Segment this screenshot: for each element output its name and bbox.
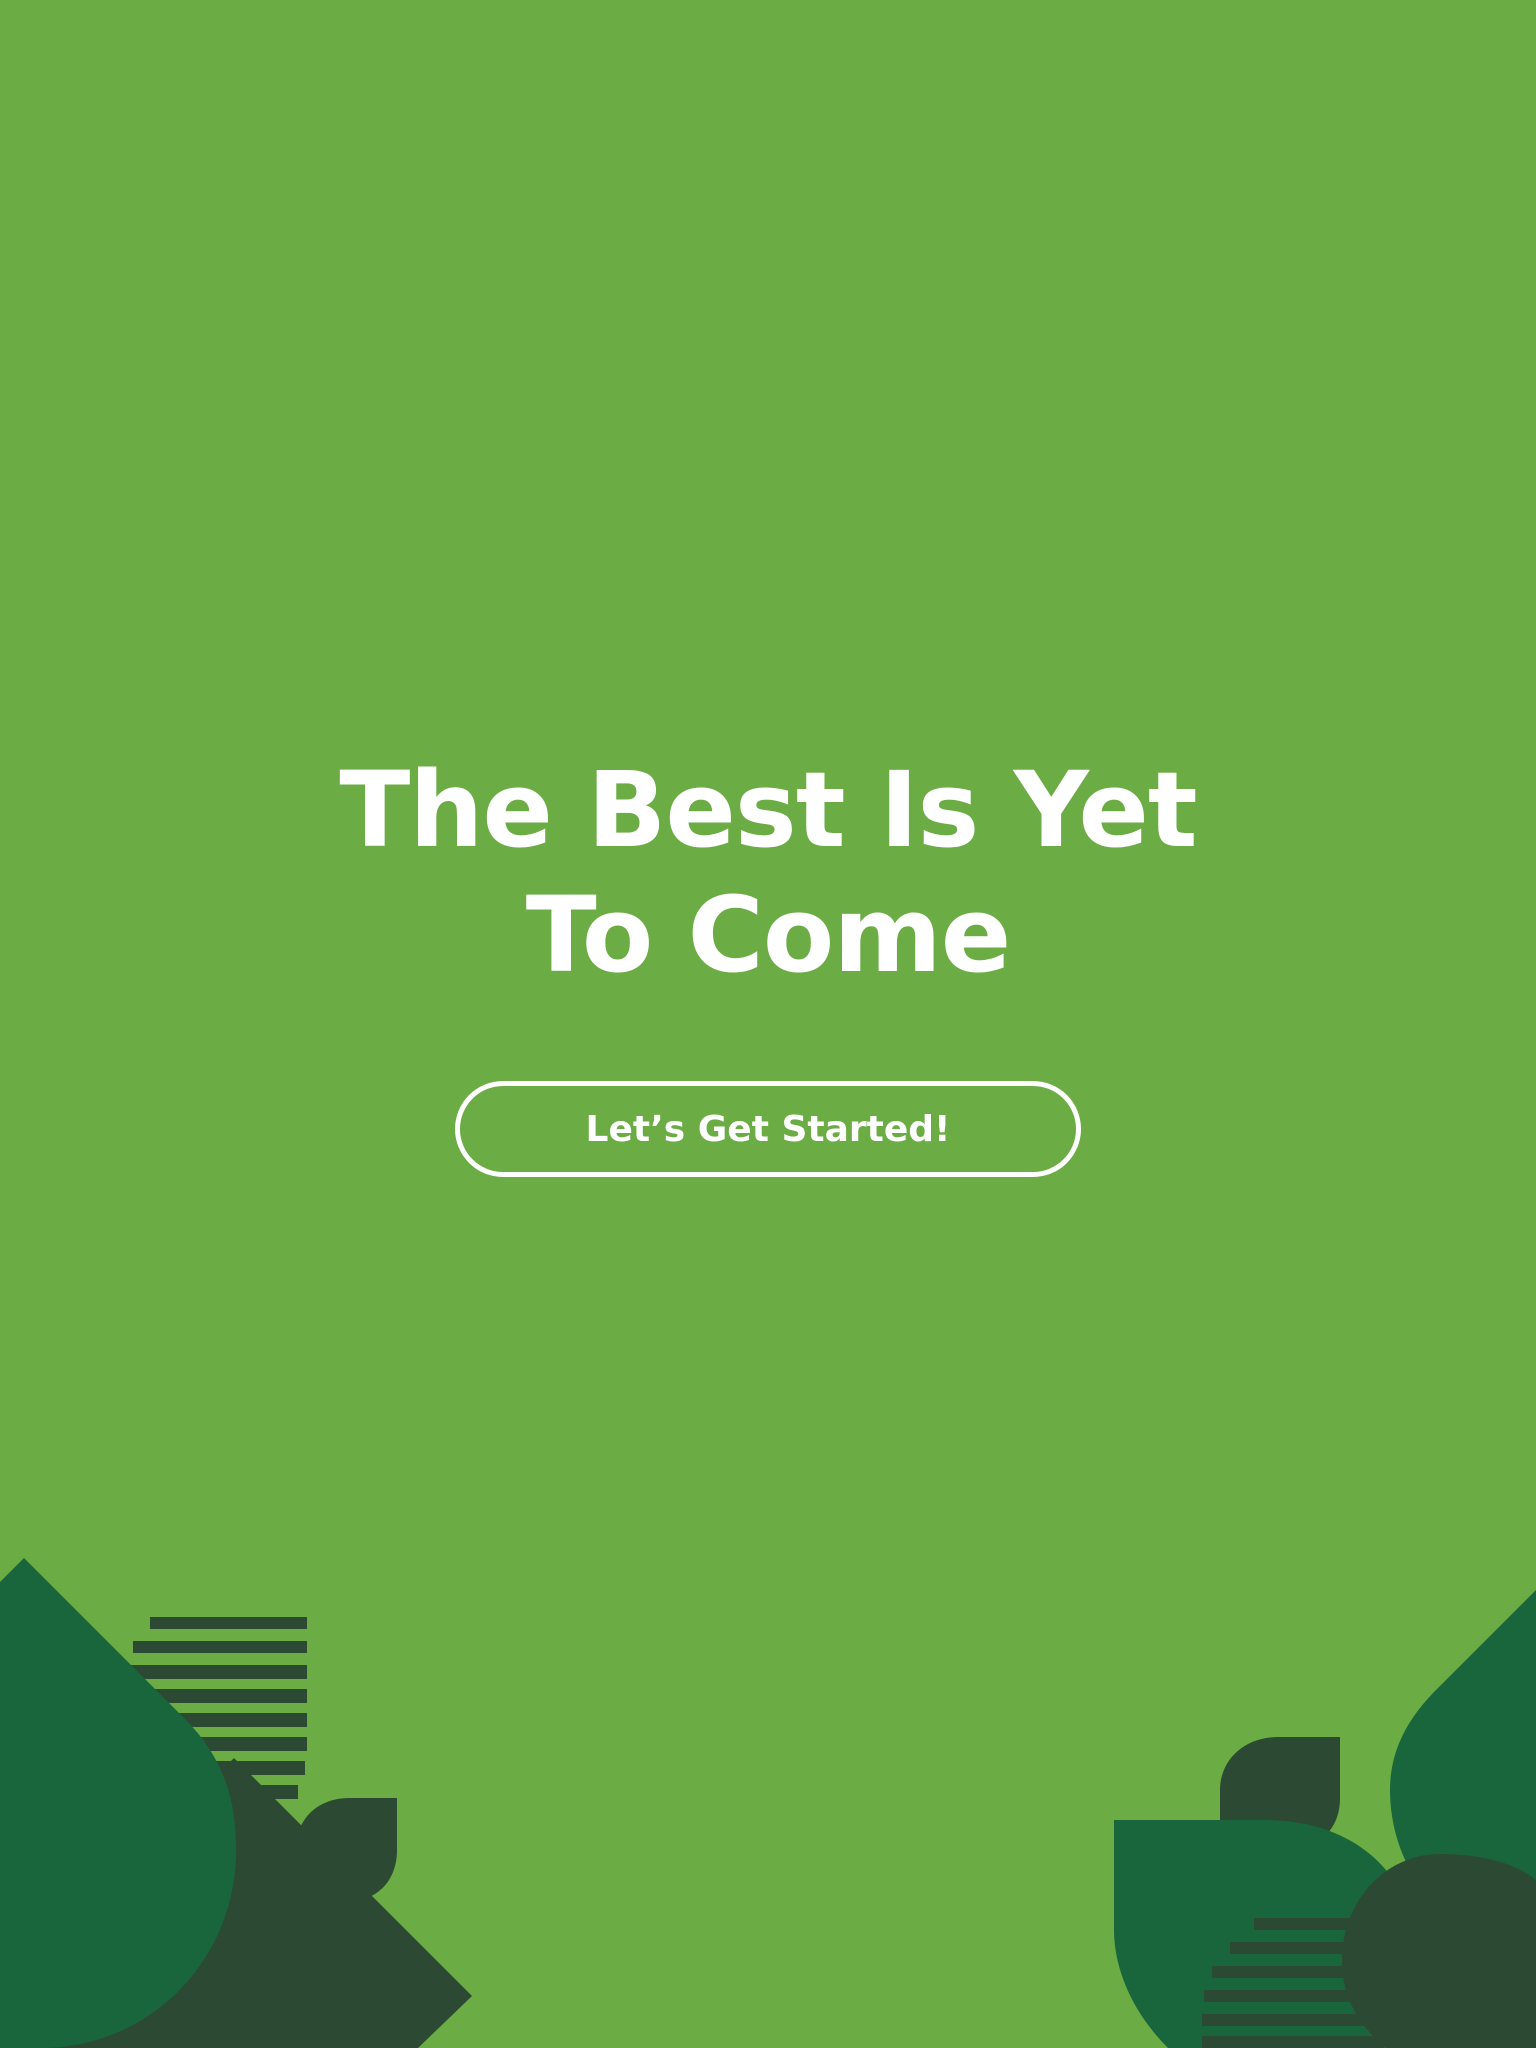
striped-semicircle-shape [128, 1617, 307, 1841]
bottom-right-leaves [1114, 1590, 1536, 2048]
large-leaf-shape [0, 1558, 236, 2048]
dark-diamond-shape [24, 1758, 472, 2048]
small-leaf-shape [296, 1798, 397, 1902]
dark-circle-shape [1342, 1854, 1536, 2048]
bottom-left-leaves [0, 1558, 472, 2048]
arch-shape [1114, 1820, 1414, 2048]
welcome-screen: The Best Is Yet To Come Let’s Get Starte… [0, 0, 1536, 2048]
get-started-button[interactable]: Let’s Get Started! [455, 1081, 1081, 1177]
decorative-leaves [0, 1558, 1536, 2048]
page-title: The Best Is Yet To Come [0, 748, 1536, 998]
title-line-2: To Come [525, 874, 1011, 996]
striped-semicircle-right-shape [1202, 1918, 1384, 2048]
title-line-1: The Best Is Yet [339, 749, 1197, 871]
dark-top-leaf-shape [1220, 1737, 1340, 1850]
right-leaf-shape [1390, 1590, 1536, 1950]
